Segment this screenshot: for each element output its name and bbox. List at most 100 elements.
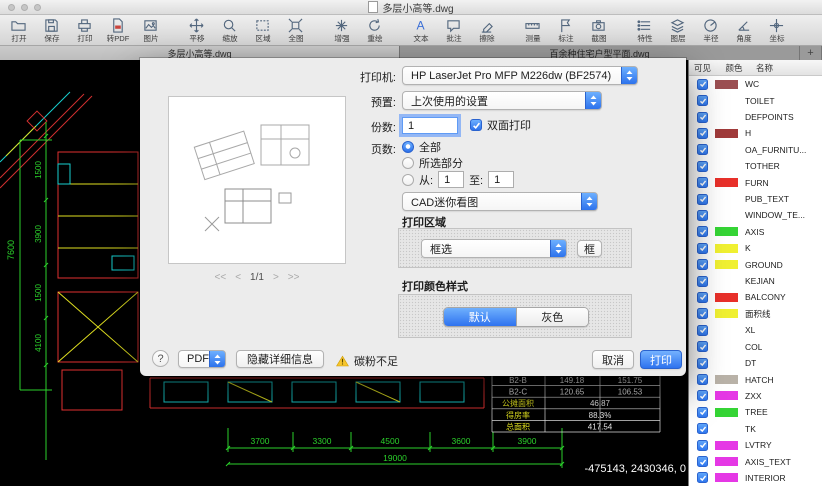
- printer-select[interactable]: HP LaserJet Pro MFP M226dw (BF2574): [402, 66, 638, 85]
- print-button[interactable]: 打印: [640, 350, 682, 369]
- layer-color-swatch[interactable]: [715, 457, 738, 467]
- layer-row[interactable]: TREE: [689, 404, 822, 420]
- layer-visibility-checkbox[interactable]: [697, 291, 708, 303]
- annotate-button[interactable]: 批注: [437, 16, 470, 44]
- layer-color-swatch[interactable]: [715, 96, 738, 106]
- layer-row[interactable]: TK: [689, 421, 822, 437]
- zoom-window-icon[interactable]: [34, 4, 41, 11]
- layer-visibility-checkbox[interactable]: [697, 226, 708, 238]
- layer-visibility-checkbox[interactable]: [697, 209, 708, 221]
- layer-color-swatch[interactable]: [715, 276, 738, 286]
- layer-color-swatch[interactable]: [715, 424, 738, 434]
- layer-visibility-checkbox[interactable]: [697, 95, 708, 107]
- pages-range-radio[interactable]: [402, 173, 414, 186]
- layer-visibility-checkbox[interactable]: [697, 177, 708, 189]
- layer-visibility-checkbox[interactable]: [697, 423, 708, 435]
- layer-row[interactable]: H: [689, 125, 822, 141]
- two-sided-checkbox[interactable]: [470, 119, 482, 131]
- layer-color-swatch[interactable]: [715, 407, 738, 417]
- layer-visibility-checkbox[interactable]: [697, 242, 708, 254]
- fit-view-button[interactable]: 全图: [279, 16, 312, 44]
- prev-page-button[interactable]: <: [235, 272, 241, 283]
- layer-color-swatch[interactable]: [715, 473, 738, 483]
- area-mode-select[interactable]: 框选: [421, 239, 567, 258]
- pages-selection-radio[interactable]: [402, 157, 414, 169]
- convert-pdf-button[interactable]: 转PDF: [101, 16, 134, 44]
- close-window-icon[interactable]: [8, 4, 15, 11]
- layer-row[interactable]: AXIS_TEXT: [689, 453, 822, 469]
- layer-color-swatch[interactable]: [715, 342, 738, 352]
- text-button[interactable]: A 文本: [404, 16, 437, 44]
- layer-row[interactable]: FURN: [689, 174, 822, 190]
- angle-button[interactable]: 角度: [727, 16, 760, 44]
- new-tab-button[interactable]: +: [800, 46, 822, 60]
- export-image-button[interactable]: 图片: [134, 16, 167, 44]
- redraw-button[interactable]: 重绘: [358, 16, 391, 44]
- color-default-segment[interactable]: 默认: [444, 308, 516, 326]
- layer-visibility-checkbox[interactable]: [697, 308, 708, 320]
- layer-row[interactable]: DT: [689, 355, 822, 371]
- layer-color-swatch[interactable]: [715, 161, 738, 171]
- layer-visibility-checkbox[interactable]: [697, 390, 708, 402]
- layer-visibility-checkbox[interactable]: [697, 259, 708, 271]
- layer-color-swatch[interactable]: [715, 260, 738, 270]
- layer-visibility-checkbox[interactable]: [697, 406, 708, 418]
- color-gray-segment[interactable]: 灰色: [515, 308, 588, 326]
- zoom-region-button[interactable]: 区域: [246, 16, 279, 44]
- layer-color-swatch[interactable]: [715, 79, 738, 89]
- traffic-lights[interactable]: [8, 4, 41, 11]
- layer-row[interactable]: BALCONY: [689, 289, 822, 305]
- layer-visibility-checkbox[interactable]: [697, 341, 708, 353]
- layer-color-swatch[interactable]: [715, 128, 738, 138]
- layer-visibility-checkbox[interactable]: [697, 193, 708, 205]
- cancel-button[interactable]: 取消: [592, 350, 634, 369]
- layer-visibility-checkbox[interactable]: [697, 275, 708, 287]
- layer-visibility-checkbox[interactable]: [697, 160, 708, 172]
- layer-color-swatch[interactable]: [715, 440, 738, 450]
- layer-row[interactable]: PUB_TEXT: [689, 191, 822, 207]
- layer-color-swatch[interactable]: [715, 112, 738, 122]
- layer-visibility-checkbox[interactable]: [697, 144, 708, 156]
- layer-color-swatch[interactable]: [715, 292, 738, 302]
- help-button[interactable]: ?: [152, 350, 169, 367]
- layer-color-swatch[interactable]: [715, 145, 738, 155]
- measure-button[interactable]: 测量: [516, 16, 549, 44]
- layer-color-swatch[interactable]: [715, 391, 738, 401]
- pan-button[interactable]: 平移: [180, 16, 213, 44]
- zoom-button[interactable]: 缩放: [213, 16, 246, 44]
- layer-visibility-checkbox[interactable]: [697, 374, 708, 386]
- layer-row[interactable]: K: [689, 240, 822, 256]
- layer-color-swatch[interactable]: [715, 325, 738, 335]
- first-page-button[interactable]: <<: [215, 272, 227, 283]
- layer-visibility-checkbox[interactable]: [697, 456, 708, 468]
- pages-to-input[interactable]: 1: [488, 171, 515, 188]
- pdf-menu-button[interactable]: PDF: [178, 350, 226, 368]
- layer-visibility-checkbox[interactable]: [697, 127, 708, 139]
- layer-row[interactable]: LVTRY: [689, 437, 822, 453]
- layer-visibility-checkbox[interactable]: [697, 357, 708, 369]
- layer-visibility-checkbox[interactable]: [697, 111, 708, 123]
- layer-row[interactable]: WC: [689, 76, 822, 92]
- last-page-button[interactable]: >>: [288, 272, 300, 283]
- layer-visibility-checkbox[interactable]: [697, 78, 708, 90]
- layer-row[interactable]: TOTHER: [689, 158, 822, 174]
- layer-visibility-checkbox[interactable]: [697, 472, 708, 484]
- layer-row[interactable]: WINDOW_TE...: [689, 207, 822, 223]
- hide-details-button[interactable]: 隐藏详细信息: [236, 350, 324, 368]
- layer-color-swatch[interactable]: [715, 210, 738, 220]
- presets-select[interactable]: 上次使用的设置: [402, 91, 602, 110]
- layer-color-swatch[interactable]: [715, 375, 738, 385]
- layer-row[interactable]: ZXX: [689, 388, 822, 404]
- layers-button[interactable]: 图层: [661, 16, 694, 44]
- layer-color-swatch[interactable]: [715, 243, 738, 253]
- layer-row[interactable]: XL: [689, 322, 822, 338]
- layer-row[interactable]: HATCH: [689, 371, 822, 387]
- coordinates-button[interactable]: 坐标: [760, 16, 793, 44]
- next-page-button[interactable]: >: [273, 272, 279, 283]
- layer-row[interactable]: OA_FURNITU...: [689, 142, 822, 158]
- layer-row[interactable]: AXIS: [689, 224, 822, 240]
- layer-row[interactable]: 面积线: [689, 306, 822, 322]
- radius-button[interactable]: 半径: [694, 16, 727, 44]
- app-options-select[interactable]: CAD迷你看图: [402, 192, 598, 211]
- area-pick-button[interactable]: 框: [577, 240, 602, 257]
